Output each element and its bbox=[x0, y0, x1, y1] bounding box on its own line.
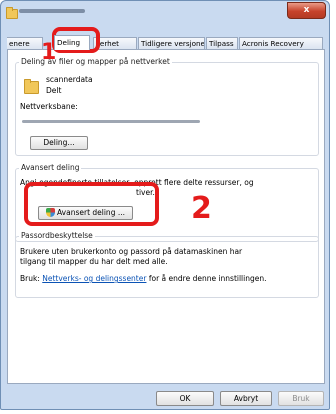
tab-customize[interactable]: Tilpass bbox=[206, 37, 238, 49]
tab-previous-versions[interactable]: Tidligere versjoner bbox=[138, 37, 205, 49]
folder-name: scannerdata bbox=[46, 75, 93, 84]
network-sharing-group: Deling av filer og mapper på nettverket … bbox=[15, 57, 319, 156]
window-title-blurred bbox=[19, 9, 85, 13]
tab-general[interactable]: enere bbox=[7, 37, 43, 49]
step2-highlight bbox=[24, 182, 159, 226]
network-sharing-center-link[interactable]: Nettverks- og delingssenter bbox=[42, 274, 146, 283]
step2-number: 2 bbox=[191, 191, 212, 226]
password-protection-group: Passordbeskyttelse Brukere uten brukerko… bbox=[15, 231, 319, 298]
shared-folder-icon bbox=[24, 79, 39, 94]
share-button[interactable]: Deling... bbox=[30, 136, 88, 150]
use-suffix: for å endre denne innstillingen. bbox=[148, 274, 267, 283]
tab-acronis-recovery[interactable]: Acronis Recovery bbox=[239, 37, 323, 49]
network-path-value-blurred bbox=[22, 120, 200, 123]
advanced-sharing-title: Avansert deling bbox=[19, 163, 82, 172]
tab-bar: enere Deling kerhet Tidligere versjoner … bbox=[7, 35, 327, 50]
password-text-line2: tilgang til mapper du har delt med alle. bbox=[20, 257, 168, 266]
apply-button[interactable]: Bruk bbox=[278, 391, 324, 406]
use-prefix: Bruk: bbox=[20, 274, 40, 283]
cancel-button[interactable]: Avbryt bbox=[220, 391, 272, 406]
close-button[interactable]: x bbox=[287, 2, 326, 19]
password-protection-title: Passordbeskyttelse bbox=[19, 231, 95, 240]
title-bar[interactable]: x bbox=[1, 1, 329, 23]
network-path-label: Nettverksbane: bbox=[20, 102, 78, 111]
share-status: Delt bbox=[46, 86, 62, 95]
password-text-line1: Brukere uten brukerkonto og passord på d… bbox=[20, 247, 243, 256]
ok-button[interactable]: OK bbox=[156, 391, 214, 406]
tab-sharing[interactable]: Deling bbox=[54, 35, 90, 50]
folder-icon bbox=[6, 7, 18, 19]
password-instruction: Bruk: Nettverks- og delingssenter for å … bbox=[20, 274, 267, 283]
